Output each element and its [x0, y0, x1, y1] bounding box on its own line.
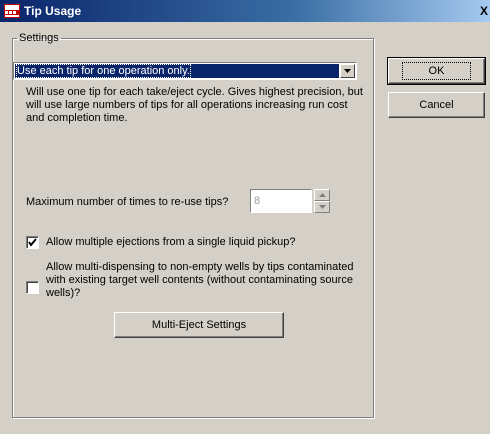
allow-multi-dispensing-label[interactable]: Allow multi-dispensing to non-empty well…: [46, 261, 372, 300]
allow-multiple-ejections-label[interactable]: Allow multiple ejections from a single l…: [46, 236, 295, 248]
spin-up-icon[interactable]: [314, 189, 330, 201]
title-bar: Tip Usage X: [0, 0, 490, 22]
app-icon: [4, 4, 20, 18]
multi-eject-settings-button[interactable]: Multi-Eject Settings: [114, 312, 284, 338]
checkmark-icon: [28, 238, 37, 247]
max-reuse-input[interactable]: 8: [250, 189, 312, 213]
tip-mode-selected-value: Use each tip for one operation only.: [15, 64, 339, 78]
tip-mode-select[interactable]: Use each tip for one operation only.: [13, 62, 357, 80]
chevron-down-icon[interactable]: [340, 64, 355, 78]
spin-down-icon[interactable]: [314, 201, 330, 213]
allow-multiple-ejections-checkbox[interactable]: [26, 236, 39, 249]
max-reuse-label: Maximum number of times to re-use tips?: [26, 196, 229, 208]
ok-button[interactable]: OK: [387, 57, 486, 85]
mode-description: Will use one tip for each take/eject cyc…: [26, 86, 363, 124]
cancel-button[interactable]: Cancel: [388, 92, 485, 118]
ok-button-label: OK: [401, 62, 472, 80]
max-reuse-stepper[interactable]: [314, 189, 330, 213]
settings-group-label: Settings: [19, 32, 59, 44]
window-title: Tip Usage: [24, 4, 82, 18]
allow-multi-dispensing-checkbox[interactable]: [26, 281, 39, 294]
close-icon[interactable]: X: [480, 3, 490, 19]
multi-eject-settings-label: Multi-Eject Settings: [151, 319, 247, 331]
dialog-body: Settings Use each tip for one operation …: [0, 22, 490, 434]
cancel-button-label: Cancel: [419, 99, 454, 111]
